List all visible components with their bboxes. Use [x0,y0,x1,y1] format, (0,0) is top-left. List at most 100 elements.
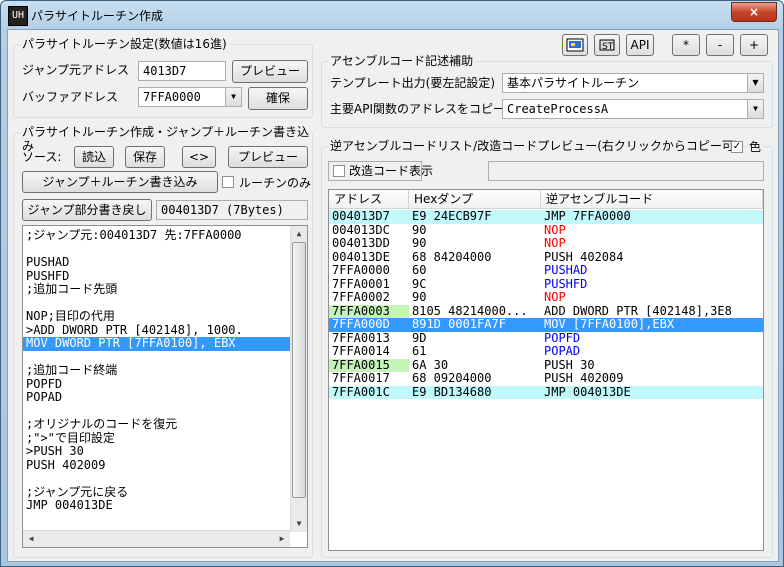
scroll-thumb[interactable] [292,242,306,498]
disasm-group-title: 逆アセンブルコードリスト/改造コードプレビュー(右クリックからコピー可) [328,139,741,153]
cell-hex: E9 BD134680 [412,384,492,399]
editor-line: ;追加コード終端 [26,363,118,377]
editor-line: >ADD DWORD PTR [402148], 1000. [26,322,243,337]
editor-line: ;追加コード先頭 [26,282,118,296]
disasm-row[interactable]: 7FFA0014 61 POPAD [329,344,763,359]
cell-hex: E9 24ECB97F [412,209,492,223]
asm-group: アセンブルコード記述補助 テンプレート出力(要左記設定) 基本パラサイトルーチン… [321,54,773,128]
plus-button[interactable]: + [740,34,768,56]
editor-line: >PUSH 30 [26,444,84,458]
disasm-row[interactable]: 7FFA0013 9D POPFD [329,330,763,346]
api-button[interactable]: API [626,34,654,56]
cell-disasm: ADD DWORD PTR [402148],3E8 [544,303,732,318]
cell-hex: 61 [412,344,427,358]
write-jump-routine-button[interactable]: ジャンプ＋ルーチン書き込み [22,171,218,193]
cell-address: 7FFA001C [332,384,390,399]
screen-capture-button[interactable] [562,34,588,56]
chevron-down-icon[interactable]: ▼ [747,74,763,92]
buffer-combo[interactable]: 7FFA0000 ▼ [138,87,242,107]
cell-disasm: PUSHFD [544,276,588,291]
cell-address: 7FFA0017 [332,371,390,385]
disasm-group: 逆アセンブルコードリスト/改造コードプレビュー(右クリックからコピー可) ✓ 色… [321,139,773,558]
scroll-down-icon[interactable]: ▼ [291,516,307,532]
api-copy-label: 主要API関数のアドレスをコピー [330,102,505,116]
color-checkbox[interactable]: ✓ [731,141,743,153]
scroll-right-icon[interactable]: ▶ [274,531,290,547]
disasm-row[interactable]: 7FFA001C E9 BD134680 JMP 004013DE [329,384,763,399]
disasm-row[interactable]: 004013D7 E9 24ECB97F JMP 7FFA0000 [329,209,763,224]
show-mod-checkbox[interactable] [333,165,345,177]
disasm-row[interactable]: 7FFA0003 8105 48214000... ADD DWORD PTR [4… [329,303,763,318]
buffer-value: 7FFA0000 [143,90,201,104]
editor-line: ;ジャンプ元に戻る [26,484,129,499]
api-combo[interactable]: CreateProcessA ▼ [502,99,764,119]
asm-group-title: アセンブルコード記述補助 [328,54,476,68]
save-button[interactable]: 保存 [125,146,165,168]
preview-source-button[interactable]: プレビュー [228,146,308,168]
cell-disasm: MOV [7FFA0100],EBX [544,317,675,331]
disasm-row[interactable]: 004013DC 90 NOP [329,222,763,238]
close-button[interactable]: × [731,2,777,22]
disasm-row[interactable]: 004013DE 68 84204000 PUSH 402084 [329,249,763,265]
swap-button[interactable]: <> [182,146,216,168]
template-combo[interactable]: 基本パラサイトルーチン ▼ [502,73,764,93]
svg-text:ST: ST [602,42,614,52]
preview-jump-button[interactable]: プレビュー [232,60,308,83]
cell-disasm: NOP [544,222,566,237]
disasm-row[interactable]: 7FFA0000 60 PUSHAD [329,263,763,278]
cell-hex: 8105 48214000... [412,303,528,318]
cell-disasm: NOP [544,290,566,304]
window-title: パラサイトルーチン作成 [31,9,164,23]
cell-address: 7FFA0002 [332,290,390,304]
chevron-down-icon[interactable]: ▼ [225,88,241,106]
column-header-disasm[interactable]: 逆アセンブルコード [541,190,763,209]
load-button[interactable]: 読込 [74,146,114,168]
column-header-address[interactable]: アドレス [329,190,409,209]
source-editor[interactable]: ;ジャンプ元:004013D7 先:7FFA0000 PUSHAD PUSHFD ;追… [22,225,308,548]
cell-disasm: POPAD [544,344,581,358]
minus-button[interactable]: - [706,34,734,56]
template-label: テンプレート出力(要左記設定) [330,76,496,90]
disasm-row[interactable]: 7FFA0002 90 NOP [329,290,763,305]
scroll-up-icon[interactable]: ▲ [291,226,307,242]
screen-capture-icon [566,38,584,52]
cell-hex: 68 84204000 [412,249,492,264]
title-bar[interactable]: UH パラサイトルーチン作成 × [1,1,783,29]
editor-line: PUSHAD [26,255,70,269]
disasm-row[interactable]: 004013DD 90 NOP [329,236,763,251]
routine-only-label: ルーチンのみ [239,176,312,190]
star-button[interactable]: * [672,34,700,56]
disasm-list[interactable]: アドレス Hexダンプ 逆アセンブルコード 004013D7 E9 24ECB97… [328,189,764,551]
restore-jump-button[interactable]: ジャンプ部分書き戻し [22,199,152,221]
color-label: 色 [747,140,764,154]
cell-address: 7FFA0014 [332,344,390,358]
editor-line: POPFD [26,376,63,391]
cell-disasm: POPFD [544,330,581,345]
column-header-hex[interactable]: Hexダンプ [409,190,541,209]
jump-src-input[interactable]: 4013D7 [138,61,226,81]
cell-address: 7FFA0015 [329,358,409,372]
cell-address: 004013D7 [332,209,390,223]
disasm-row[interactable]: 7FFA0001 9C PUSHFD [329,276,763,292]
chevron-down-icon[interactable]: ▼ [747,100,763,118]
cell-disasm: PUSH 30 [544,357,595,372]
editor-vscroll[interactable]: ▲ ▼ [290,226,307,532]
disasm-row[interactable]: 7FFA0017 68 09204000 PUSH 402009 [329,371,763,386]
app-icon: UH [8,6,28,26]
secure-button[interactable]: 確保 [248,87,308,110]
cell-address: 7FFA000D [332,317,390,331]
cell-hex: 9D [412,330,427,345]
disasm-row[interactable]: 7FFA0015 6A 30 PUSH 30 [329,357,763,372]
editor-hscroll[interactable]: ◀ ▶ [23,530,290,547]
editor-line: POPAD [26,390,63,404]
asm-tool-button[interactable]: ST [594,34,620,56]
cell-disasm: PUSH 402009 [544,371,624,385]
disasm-row[interactable]: 7FFA000D 891D 0001FA7F MOV [7FFA0100],EBX [329,317,763,332]
settings-group-title: パラサイトルーチン設定(数値は16進) [20,37,229,51]
scroll-left-icon[interactable]: ◀ [23,531,39,547]
routine-only-checkbox[interactable] [222,176,234,188]
cell-disasm: JMP 004013DE [544,384,631,399]
